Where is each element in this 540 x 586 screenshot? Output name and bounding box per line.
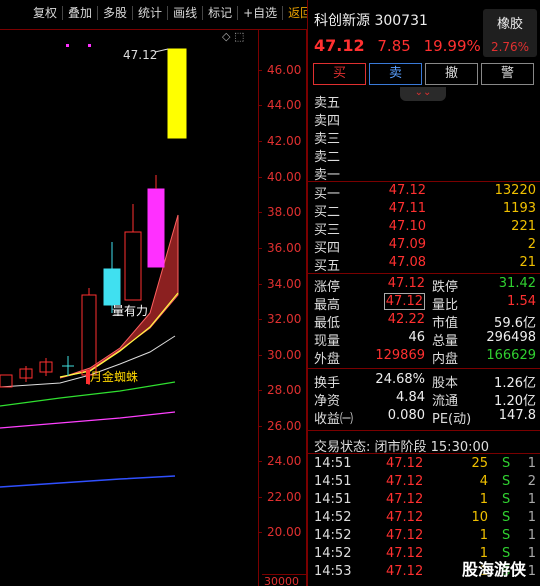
bid-row[interactable]: 买四 47.09 2	[314, 237, 536, 256]
volume-axis-label: 30000	[262, 574, 306, 586]
price-tick: 24.00	[257, 454, 302, 468]
sector-pct: 2.76%	[490, 40, 530, 54]
stock-code: 300731	[374, 13, 428, 29]
bid-row[interactable]: 买二 47.11 1193	[314, 201, 536, 220]
price-tick: 42.00	[257, 134, 302, 148]
price-tick: 20.00	[257, 525, 302, 539]
candle	[0, 374, 13, 388]
price-change: 7.85	[377, 37, 411, 55]
toolbar-overlay-button[interactable]: 叠加	[63, 6, 99, 20]
toolbar-draw-line-button[interactable]: 画线	[168, 6, 204, 20]
price-tick: 22.00	[257, 490, 302, 504]
ma-line-blue	[0, 475, 176, 488]
candle	[103, 268, 121, 306]
annotation-spider: 月金蜘蛛	[90, 370, 139, 384]
toolbar-multi-stock-button[interactable]: 多股	[98, 6, 134, 20]
marker-dot	[88, 44, 91, 47]
kline-chart[interactable]: 复权 叠加 多股 统计 画线 标记 +自选 返回 ◇ ⬚ 47.12 量有力 月…	[0, 0, 312, 586]
ask-row: 卖二	[314, 150, 341, 165]
price-tick: 36.00	[257, 241, 302, 255]
sector-badge[interactable]: 橡胶 2.76%	[483, 9, 537, 57]
stat-row: 净资 4.84 流通 1.20亿	[314, 390, 536, 409]
high-price-value: 47.12	[383, 293, 425, 310]
divider	[308, 368, 540, 369]
quote-panel: 科创新源 300731 橡胶 2.76% 47.12 7.85 19.99% 买…	[307, 0, 540, 586]
trade-buttons: 买 卖 撤 警	[313, 63, 534, 85]
bid-row[interactable]: 买五 47.08 21	[314, 255, 536, 274]
price-tick: 28.00	[257, 383, 302, 397]
price-tick: 30.00	[257, 348, 302, 362]
alert-button[interactable]: 警	[481, 63, 534, 85]
price-tick: 38.00	[257, 205, 302, 219]
price-axis: 46.00 44.00 42.00 40.00 38.00 36.00 34.0…	[257, 30, 306, 586]
sell-button[interactable]: 卖	[369, 63, 422, 85]
cancel-order-button[interactable]: 撤	[425, 63, 478, 85]
divider	[308, 453, 540, 454]
annotation-volume: 量有力	[112, 304, 149, 318]
price-line: 47.12 7.85 19.99%	[314, 36, 489, 55]
sector-name: 橡胶	[496, 17, 523, 32]
stock-name: 科创新源	[314, 13, 370, 29]
trade-row: 14:52 47.12 10 S 1	[314, 510, 536, 525]
ask-row: 卖一	[314, 168, 341, 183]
marker-dot	[66, 44, 69, 47]
stat-row: 换手 24.68% 股本 1.26亿	[314, 372, 536, 391]
last-price: 47.12	[314, 36, 365, 55]
divider	[308, 430, 540, 431]
candle	[147, 188, 165, 268]
trade-row: 14:51 47.12 1 S 1	[314, 492, 536, 507]
ask-row: 卖三	[314, 132, 341, 147]
bid-row[interactable]: 买三 47.10 221	[314, 219, 536, 238]
ma-line-magenta	[0, 411, 176, 429]
price-tick: 34.00	[257, 277, 302, 291]
price-tick: 40.00	[257, 170, 302, 184]
price-tick: 26.00	[257, 419, 302, 433]
stat-row: 最高 47.12 量比 1.54	[314, 293, 536, 313]
stat-row: 现量 46 总量 296498	[314, 330, 536, 349]
bid-row[interactable]: 买一 47.12 13220	[314, 183, 536, 202]
toolbar-add-watchlist-button[interactable]: +自选	[238, 6, 284, 20]
candle	[81, 294, 97, 376]
high-price-tag: 47.12	[123, 48, 158, 62]
stat-row: 涨停 47.12 跌停 31.42	[314, 276, 536, 295]
price-change-pct: 19.99%	[423, 37, 481, 55]
trade-row: 14:51 47.12 25 S 1	[314, 456, 536, 471]
watermark-text: 股海游侠	[462, 560, 527, 579]
candle	[124, 231, 142, 301]
price-tick: 32.00	[257, 312, 302, 326]
chart-toolbar: 复权 叠加 多股 统计 画线 标记 +自选 返回	[0, 0, 312, 26]
stock-header: 科创新源 300731	[314, 10, 428, 30]
stat-row: 收益㈠ 0.080 PE(动) 147.8	[314, 408, 536, 427]
divider	[308, 181, 540, 182]
price-tick: 44.00	[257, 98, 302, 112]
chart-settings-icon[interactable]: ◇ ⬚	[222, 30, 244, 43]
buy-button[interactable]: 买	[313, 63, 366, 85]
divider	[308, 273, 540, 274]
candle-limit-up	[167, 48, 187, 139]
price-tick: 46.00	[257, 63, 302, 77]
trade-row: 14:51 47.12 4 S 2	[314, 474, 536, 489]
ask-row: 卖五	[314, 96, 341, 111]
stat-row: 最低 42.22 市值 59.6亿	[314, 312, 536, 331]
toolbar-stats-button[interactable]: 统计	[133, 6, 169, 20]
ask-row: 卖四	[314, 114, 341, 129]
toolbar-mark-button[interactable]: 标记	[203, 6, 239, 20]
stat-row: 外盘 129869 内盘 166629	[314, 348, 536, 367]
toolbar-fuquan-button[interactable]: 复权	[28, 6, 64, 20]
trade-row: 14:52 47.12 1 S 1	[314, 528, 536, 543]
